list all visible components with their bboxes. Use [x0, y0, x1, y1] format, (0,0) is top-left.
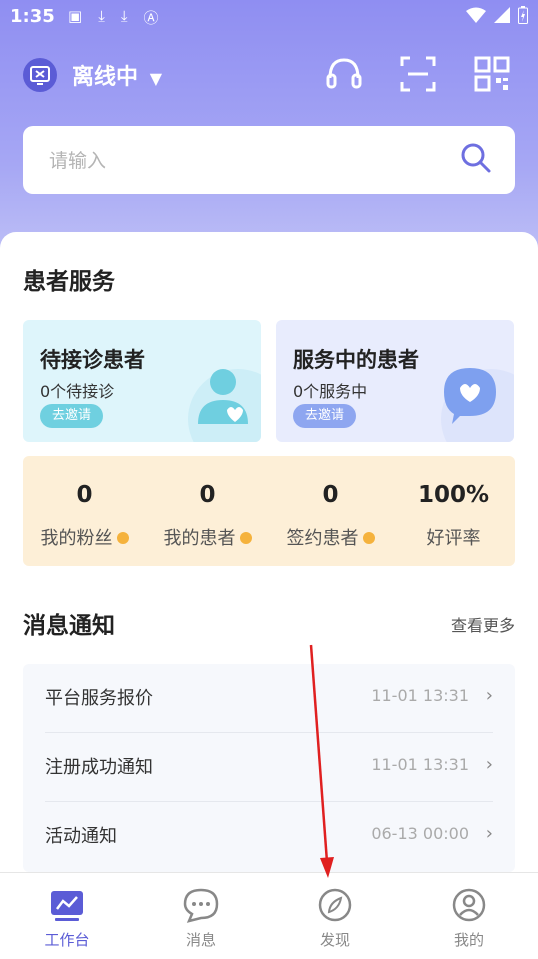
- info-dot-icon: [239, 532, 252, 544]
- notice-title: 注册成功通知: [45, 757, 153, 778]
- profile-icon: [452, 888, 486, 922]
- battery-icon: [518, 6, 528, 24]
- in-service-patients-count: 0个服务中: [293, 382, 368, 401]
- stat-label: 好评率: [426, 528, 481, 549]
- list-item[interactable]: 注册成功通知 11-01 13:31 ›: [45, 733, 493, 802]
- list-item[interactable]: 平台服务报价 11-01 13:31 ›: [45, 664, 493, 733]
- waiting-patients-count: 0个待接诊: [40, 382, 115, 401]
- customer-service-button[interactable]: [324, 54, 364, 94]
- stat-fans[interactable]: 0 我的粉丝: [23, 456, 146, 566]
- chevron-right-icon: ›: [485, 685, 493, 706]
- in-service-invite-button[interactable]: 去邀请: [293, 404, 357, 428]
- notice-time: 11-01 13:31: [371, 755, 469, 774]
- chevron-right-icon: ›: [485, 823, 493, 844]
- search-icon[interactable]: [459, 141, 493, 175]
- stat-rating[interactable]: 100% 好评率: [392, 456, 515, 566]
- main-card: 患者服务 待接诊患者 0个待接诊 去邀请 服务中的患者 0个服务中 去邀请 0 …: [0, 232, 538, 872]
- status-dropdown[interactable]: 离线中 ▼: [72, 59, 162, 91]
- in-service-patients-card[interactable]: 服务中的患者 0个服务中 去邀请: [276, 320, 514, 442]
- chevron-right-icon: ›: [485, 754, 493, 775]
- status-bar: 1:35 ▣ ⤓ ⤓ Ⓐ: [0, 0, 538, 36]
- notice-time: 11-01 13:31: [371, 686, 469, 705]
- scan-button[interactable]: [398, 54, 438, 94]
- tab-label: 发现: [319, 931, 350, 949]
- signal-icon: [494, 7, 510, 23]
- waiting-patient-illustration-icon: [188, 369, 261, 442]
- chevron-down-icon: ▼: [149, 69, 162, 88]
- stat-value: 0: [322, 482, 339, 508]
- qr-code-icon: [474, 56, 510, 92]
- info-dot-icon: [116, 532, 129, 544]
- info-dot-icon: [362, 532, 375, 544]
- system-icons: [466, 6, 528, 24]
- status-label: 离线中: [72, 65, 139, 90]
- notice-title: 平台服务报价: [45, 688, 153, 709]
- offline-status-icon[interactable]: [23, 58, 57, 92]
- top-bar: 离线中 ▼: [0, 48, 538, 100]
- qr-code-button[interactable]: [472, 54, 512, 94]
- notice-title: 活动通知: [45, 826, 117, 847]
- stat-label: 我的粉丝: [40, 528, 113, 549]
- stat-value: 0: [76, 482, 93, 508]
- wifi-icon: [466, 7, 486, 23]
- stat-label: 签约患者: [286, 528, 359, 549]
- bottom-tab-bar: 工作台 消息 发现 我的: [0, 872, 538, 959]
- stat-value: 100%: [417, 482, 490, 508]
- view-more-link[interactable]: 查看更多: [451, 612, 515, 636]
- notice-time: 06-13 00:00: [371, 824, 469, 843]
- notices-title: 消息通知: [23, 613, 115, 639]
- image-icon: ▣: [68, 7, 83, 25]
- tab-label: 工作台: [44, 931, 90, 949]
- tab-label: 我的: [453, 931, 484, 949]
- download-icon: ⤓: [120, 7, 128, 25]
- waiting-invite-button[interactable]: 去邀请: [40, 404, 104, 428]
- chat-heart-illustration-icon: [441, 368, 514, 442]
- stat-signed-patients[interactable]: 0 签约患者: [269, 456, 392, 566]
- tab-label: 消息: [185, 931, 216, 949]
- stat-value: 0: [199, 482, 216, 508]
- notice-list: 平台服务报价 11-01 13:31 › 注册成功通知 11-01 13:31 …: [23, 664, 515, 872]
- scan-icon: [400, 56, 436, 92]
- waiting-patients-title: 待接诊患者: [40, 348, 145, 372]
- search-bar: [23, 126, 515, 196]
- tab-discover[interactable]: 发现: [268, 873, 402, 959]
- patient-service-title: 患者服务: [23, 269, 115, 295]
- compass-icon: [318, 888, 352, 922]
- list-item[interactable]: 活动通知 06-13 00:00 ›: [45, 802, 493, 870]
- stats-panel: 0 我的粉丝 0 我的患者 0 签约患者 100% 好评率: [23, 456, 515, 566]
- download-icon: ⤓: [98, 7, 105, 25]
- waiting-patients-card[interactable]: 待接诊患者 0个待接诊 去邀请: [23, 320, 261, 442]
- headset-icon: [326, 58, 362, 89]
- tab-messages[interactable]: 消息: [134, 873, 268, 959]
- chart-icon: [51, 891, 83, 921]
- stat-patients[interactable]: 0 我的患者: [146, 456, 269, 566]
- stat-label: 我的患者: [163, 528, 236, 549]
- text-icon: Ⓐ: [143, 9, 159, 27]
- search-input[interactable]: [47, 126, 451, 196]
- in-service-patients-title: 服务中的患者: [293, 348, 419, 372]
- tab-workbench[interactable]: 工作台: [0, 873, 134, 959]
- chat-icon: [183, 888, 219, 923]
- notification-icons: ▣ ⤓ ⤓ Ⓐ: [68, 7, 158, 28]
- tab-profile[interactable]: 我的: [402, 873, 536, 959]
- status-time: 1:35: [10, 6, 55, 27]
